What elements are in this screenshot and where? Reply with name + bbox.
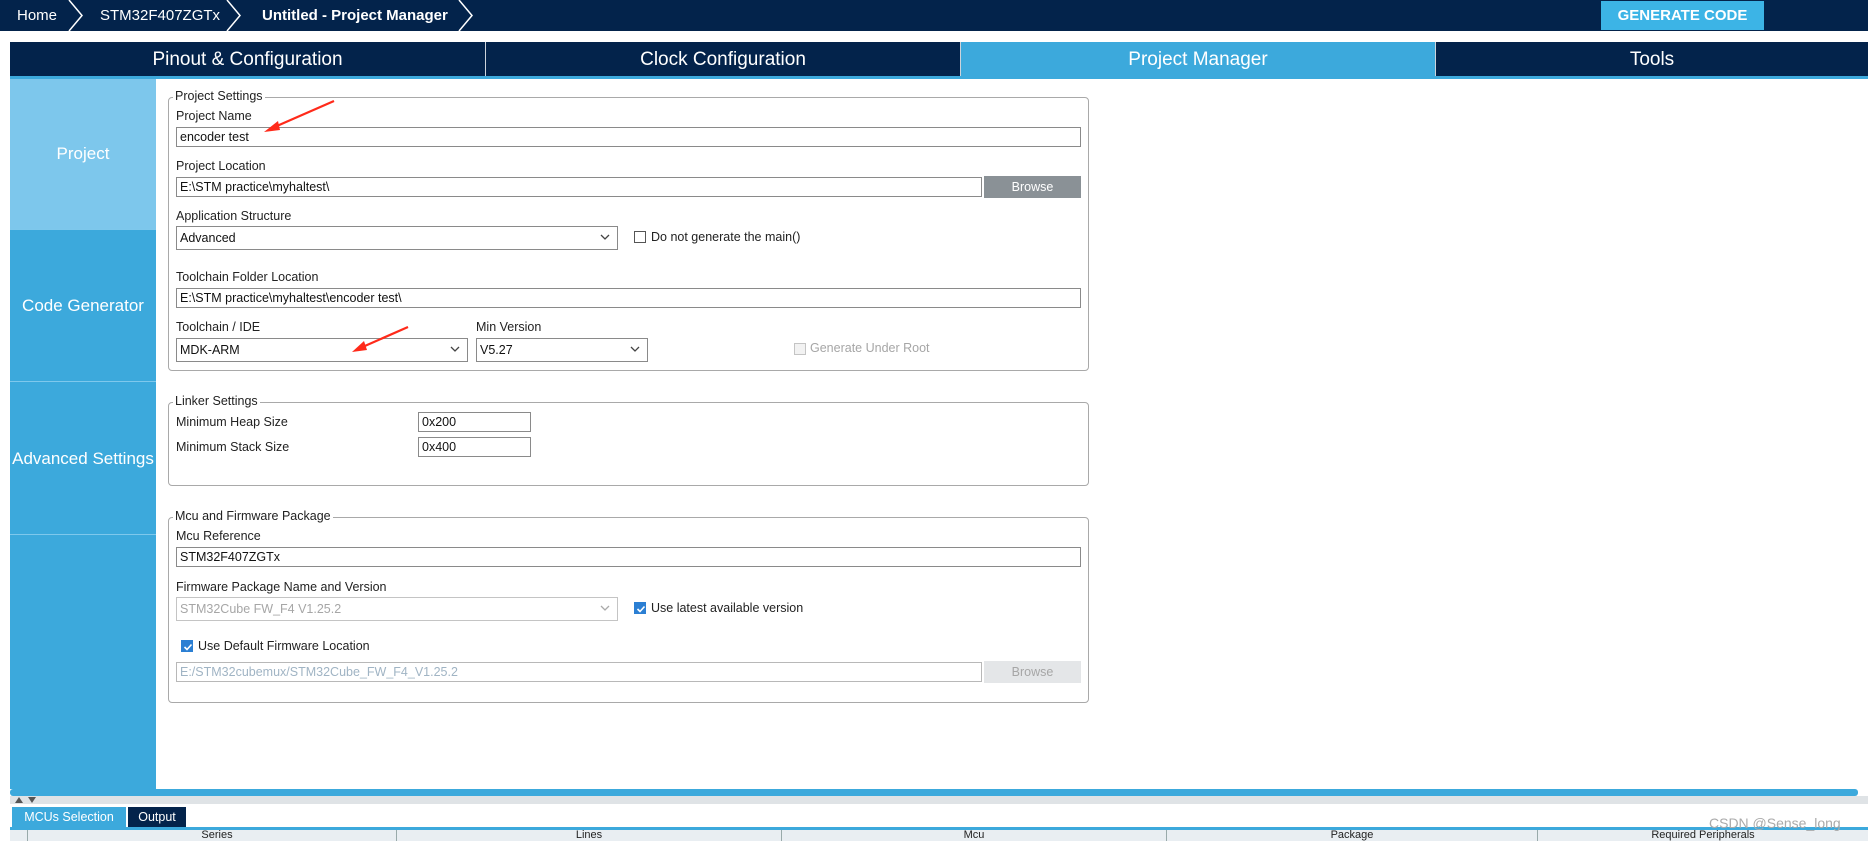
project-name-label: Project Name (176, 109, 252, 123)
app-structure-label: Application Structure (176, 209, 292, 223)
toolchain-folder-input[interactable]: E:\STM practice\myhaltest\encoder test\ (176, 288, 1081, 308)
toolchain-ide-label: Toolchain / IDE (176, 320, 261, 334)
use-default-location-label: Use Default Firmware Location (198, 639, 370, 653)
min-version-select[interactable]: V5.27 (476, 338, 648, 362)
annotation-arrow-icon (264, 99, 335, 132)
project-settings-legend: Project Settings (173, 89, 265, 103)
project-location-input[interactable]: E:\STM practice\myhaltest\ (176, 177, 982, 197)
no-main-label: Do not generate the main() (651, 230, 801, 244)
checkmark-icon (636, 605, 646, 613)
breadcrumb: Home STM32F407ZGTx Untitled - Project Ma… (0, 0, 1868, 31)
linker-settings-legend: Linker Settings (173, 394, 260, 408)
toolchain-folder-label: Toolchain Folder Location (176, 270, 319, 284)
use-latest-label: Use latest available version (651, 601, 804, 615)
mcu-table-header: Series Lines Mcu Package Required Periph… (10, 830, 1868, 841)
tab-tools[interactable]: Tools (1436, 42, 1868, 78)
generate-under-root-checkbox[interactable] (794, 343, 806, 355)
heap-size-input[interactable]: 0x200 (418, 412, 531, 432)
column-header-mcu[interactable]: Mcu (782, 830, 1166, 841)
column-header-lines[interactable]: Lines (397, 830, 781, 841)
app-structure-value: Advanced (180, 231, 236, 245)
mcu-firmware-group: Mcu and Firmware Package Mcu Reference S… (168, 509, 1089, 703)
mcu-reference-input[interactable]: STM32F407ZGTx (176, 547, 1081, 567)
checkmark-icon (183, 643, 193, 651)
annotation-arrow-icon (352, 325, 409, 352)
firmware-package-select[interactable]: STM32Cube FW_F4 V1.25.2 (176, 597, 618, 621)
use-latest-checkbox[interactable] (634, 602, 646, 614)
tab-mcus-selection[interactable]: MCUs Selection (12, 807, 126, 827)
breadcrumb-device[interactable]: STM32F407ZGTx (100, 0, 220, 31)
firmware-location-input[interactable]: E:/STM32cubemux/STM32Cube_FW_F4_V1.25.2 (176, 662, 982, 682)
chevron-down-icon (600, 605, 610, 611)
heap-size-label: Minimum Heap Size (176, 415, 288, 429)
chevron-down-icon (630, 346, 640, 352)
firmware-location-browse-button[interactable]: Browse (984, 661, 1081, 683)
sidebar-item-label: Advanced Settings (12, 449, 154, 468)
firmware-package-value: STM32Cube FW_F4 V1.25.2 (180, 602, 342, 616)
sidebar-item-advanced-settings[interactable]: Advanced Settings (10, 384, 156, 535)
sidebar-item-label: Code Generator (22, 296, 144, 315)
no-main-checkbox[interactable] (634, 231, 646, 243)
sidebar: Project Code Generator Advanced Settings (10, 79, 156, 789)
breadcrumb-home[interactable]: Home (17, 0, 57, 31)
toolchain-ide-select[interactable]: MDK-ARM (176, 338, 468, 362)
tab-project-manager[interactable]: Project Manager (961, 42, 1435, 78)
stack-size-label: Minimum Stack Size (176, 440, 290, 454)
column-header-series[interactable]: Series (28, 830, 406, 841)
min-version-label: Min Version (476, 320, 542, 334)
tab-clock-configuration[interactable]: Clock Configuration (486, 42, 960, 78)
use-default-location-checkbox[interactable] (181, 640, 193, 652)
column-header-required-peripherals[interactable]: Required Peripherals (1538, 830, 1868, 841)
chevron-right-icon (458, 0, 473, 31)
sidebar-item-code-generator[interactable]: Code Generator (10, 231, 156, 382)
project-panel: Project Settings Project Name encoder te… (156, 79, 1868, 789)
toolchain-ide-value: MDK-ARM (180, 343, 240, 357)
project-location-label: Project Location (176, 159, 266, 173)
chevron-down-icon (450, 346, 460, 352)
generate-under-root-label: Generate Under Root (810, 341, 930, 355)
project-location-browse-button[interactable]: Browse (984, 176, 1081, 198)
watermark: CSDN @Sense_long (1709, 815, 1841, 831)
splitter-bar[interactable] (10, 796, 1868, 804)
stack-size-input[interactable]: 0x400 (418, 437, 531, 457)
app-structure-select[interactable]: Advanced (176, 226, 618, 250)
firmware-package-label: Firmware Package Name and Version (176, 580, 387, 594)
panel-splitter-handle[interactable] (10, 789, 1858, 796)
tab-output[interactable]: Output (128, 807, 186, 827)
sidebar-item-project[interactable]: Project (10, 79, 156, 230)
mcu-reference-label: Mcu Reference (176, 529, 261, 543)
mcu-firmware-legend: Mcu and Firmware Package (173, 509, 333, 523)
chevron-right-icon (226, 0, 241, 31)
column-header-package[interactable]: Package (1167, 830, 1537, 841)
sidebar-item-label: Project (56, 144, 110, 163)
chevron-down-icon (600, 234, 610, 240)
chevron-right-icon (68, 0, 83, 31)
min-version-value: V5.27 (480, 343, 513, 357)
main-tabs: Pinout & Configuration Clock Configurati… (10, 42, 1868, 78)
tab-pinout-configuration[interactable]: Pinout & Configuration (10, 42, 485, 78)
breadcrumb-current: Untitled - Project Manager (262, 7, 448, 24)
linker-settings-group: Linker Settings Minimum Heap Size 0x200 … (168, 394, 1089, 486)
bottom-panel: MCUs Selection Output Series Lines Mcu P… (0, 804, 1868, 841)
generate-code-button[interactable]: GENERATE CODE (1601, 1, 1764, 30)
collapse-arrows-icon[interactable] (12, 796, 42, 804)
